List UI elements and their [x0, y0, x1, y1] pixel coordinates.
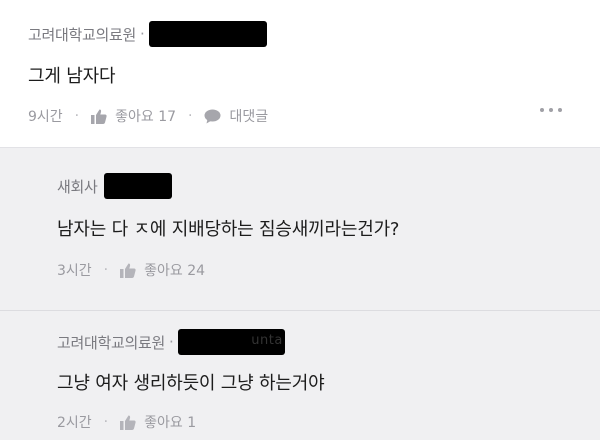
thumbs-up-icon — [120, 415, 136, 430]
like-button[interactable]: 좋아요 1 — [120, 412, 196, 432]
like-button[interactable]: 좋아요 17 — [91, 106, 176, 126]
comment-author[interactable]: 새회사 — [57, 176, 98, 197]
like-count-label: 좋아요 24 — [144, 263, 206, 279]
like-count-label: 좋아요 1 — [144, 415, 197, 431]
separator-dot: · — [188, 108, 193, 124]
dot — [540, 108, 544, 112]
separator-dot: · — [140, 25, 145, 43]
speech-bubble-icon — [204, 109, 221, 123]
comment-time: 3시간 — [57, 263, 92, 279]
reply-label: 대댓글 — [229, 109, 269, 125]
reply-button[interactable]: 대댓글 — [204, 106, 268, 126]
comment-author[interactable]: 고려대학교의료원 — [28, 24, 136, 45]
comment-text: 남자는 다 ㅈ에 지배당하는 짐승새끼라는건가? — [57, 219, 400, 240]
separator-dot: · — [103, 414, 109, 430]
redaction-visible-fragment: unta — [251, 333, 283, 348]
like-count-label: 좋아요 17 — [115, 109, 177, 125]
more-options-icon[interactable] — [540, 108, 562, 112]
dot — [558, 108, 562, 112]
dot — [549, 108, 553, 112]
redacted-username: unta — [177, 329, 285, 355]
reply-item: 새회사 남자는 다 ㅈ에 지배당하는 짐승새끼라는건가? 3시간 · 좋아요 2… — [0, 149, 600, 311]
thumbs-up-icon — [91, 109, 107, 124]
redacted-username — [148, 21, 267, 47]
separator-dot: · — [103, 262, 109, 278]
like-button[interactable]: 좋아요 24 — [120, 260, 205, 280]
comment-time: 2시간 — [57, 415, 92, 431]
redacted-username — [103, 173, 172, 199]
reply-item: 고려대학교의료원 · unta 그냥 여자 생리하듯이 그냥 하는거야 2시간 … — [0, 312, 600, 440]
comment-item: 고려대학교의료원 · 그게 남자다 9시간 · 좋아요 17 · 대댓글 — [0, 0, 600, 148]
separator-dot: · — [169, 333, 174, 351]
thumbs-up-icon — [120, 263, 136, 278]
comment-text: 그냥 여자 생리하듯이 그냥 하는거야 — [57, 373, 325, 394]
comment-time: 9시간 — [28, 109, 63, 125]
comment-author[interactable]: 고려대학교의료원 — [57, 332, 165, 353]
comment-text: 그게 남자다 — [28, 66, 116, 87]
separator-dot: · — [74, 108, 80, 124]
